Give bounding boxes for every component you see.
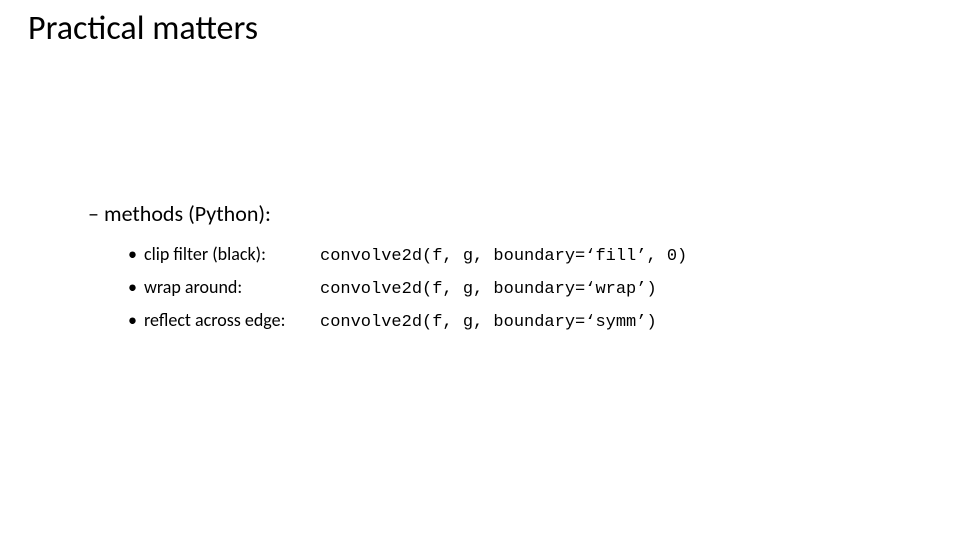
method-code: convolve2d(f, g, boundary=‘symm’) (320, 309, 657, 338)
list-item: • reflect across edge: convolve2d(f, g, … (128, 305, 920, 338)
list-item: • wrap around: convolve2d(f, g, boundary… (128, 272, 920, 305)
method-list: • clip filter (black): convolve2d(f, g, … (128, 239, 920, 338)
bullet-icon: • (128, 239, 144, 270)
list-item: • clip filter (black): convolve2d(f, g, … (128, 239, 920, 272)
subheading-row: – methods (Python): (88, 200, 920, 227)
bullet-icon: • (128, 272, 144, 303)
subheading-text: methods (Python): (104, 200, 271, 227)
method-code: convolve2d(f, g, boundary=‘wrap’) (320, 276, 657, 305)
method-label: clip filter (black): (144, 239, 320, 270)
slide-title: Practical matters (28, 8, 258, 49)
slide: Practical matters – methods (Python): • … (0, 0, 960, 540)
dash-bullet-icon: – (88, 200, 104, 227)
method-label: reflect across edge: (144, 305, 320, 336)
bullet-icon: • (128, 305, 144, 336)
method-label: wrap around: (144, 272, 320, 303)
slide-body: – methods (Python): • clip filter (black… (88, 200, 920, 338)
method-code: convolve2d(f, g, boundary=‘fill’, 0) (320, 243, 687, 272)
